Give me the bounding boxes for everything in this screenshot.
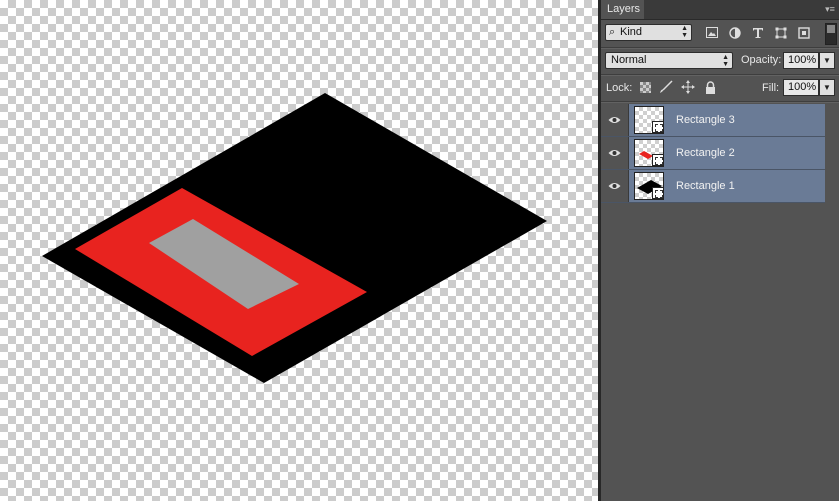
blend-mode-select[interactable]: Normal ▲ ▼ [605,52,733,69]
visibility-eye-icon[interactable] [601,170,629,202]
layers-scrollbar[interactable] [825,104,839,206]
separator [601,102,839,103]
layer-rectangle-3[interactable]: Rectangle 3 [601,104,825,137]
vector-mask-icon [652,121,664,133]
layer-name[interactable]: Rectangle 1 [676,180,735,192]
separator [601,75,839,76]
image-filter-icon[interactable] [703,24,720,41]
separator [601,48,839,49]
filter-kind-select[interactable]: ⌕ Kind ▲ ▼ [605,24,692,41]
lock-label: Lock: [606,82,633,94]
vector-mask-icon [652,187,664,199]
visibility-eye-icon[interactable] [601,104,629,136]
layer-name[interactable]: Rectangle 2 [676,147,735,159]
search-icon: ⌕ [609,26,616,38]
panel-menu-icon[interactable]: ▾≡ [824,2,836,16]
fill-field[interactable]: 100% [783,79,819,96]
vector-mask-icon [652,154,664,166]
select-arrows-icon: ▲ ▼ [681,25,688,39]
type-filter-icon[interactable] [749,24,766,41]
shape-filter-icon[interactable] [772,24,789,41]
layer-name[interactable]: Rectangle 3 [676,114,735,126]
blend-mode-value: Normal [611,54,647,66]
artwork [42,93,547,383]
panel-tabbar: Layers ▾≡ [601,0,839,20]
filter-kind-value: Kind [620,26,643,38]
smart-object-filter-icon[interactable] [795,24,812,41]
tab-layers[interactable]: Layers [601,0,644,19]
lock-transparent-icon[interactable] [638,80,652,94]
fill-dropdown-button[interactable]: ▼ [819,79,835,96]
lock-all-icon[interactable] [703,80,717,94]
visibility-eye-icon[interactable] [601,137,629,169]
select-arrows-icon: ▲ ▼ [722,54,729,68]
lock-paint-icon[interactable] [659,80,673,94]
layers-panel: Layers ▾≡ ⌕ Kind ▲ ▼ Normal ▲ ▼ Opacity: 1… [601,0,839,501]
adjustment-filter-icon[interactable] [726,24,743,41]
opacity-label: Opacity: [741,54,782,66]
layer-rectangle-2[interactable]: Rectangle 2 [601,137,825,170]
fill-label: Fill: [762,82,780,94]
layer-rectangle-1[interactable]: Rectangle 1 [601,170,825,203]
document-canvas[interactable] [0,0,598,501]
filter-toggle-switch[interactable] [825,23,837,45]
opacity-dropdown-button[interactable]: ▼ [819,52,835,69]
opacity-field[interactable]: 100% [783,52,819,69]
lock-move-icon[interactable] [681,80,695,94]
